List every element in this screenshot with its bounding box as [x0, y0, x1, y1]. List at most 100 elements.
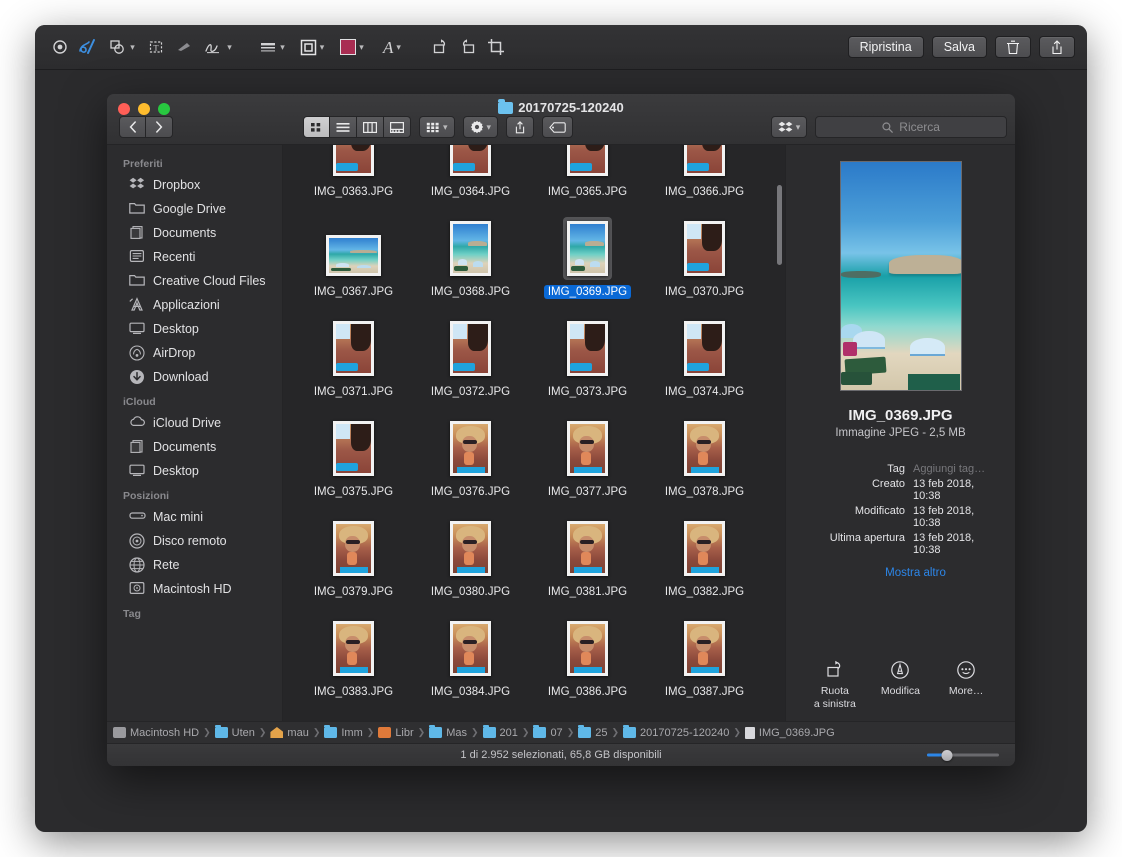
file-label[interactable]: IMG_0365.JPG — [544, 185, 631, 199]
file-item[interactable]: IMG_0387.JPG — [646, 599, 763, 699]
path-segment[interactable]: 25 — [578, 725, 607, 739]
file-thumbnail[interactable] — [329, 317, 378, 380]
file-label[interactable]: IMG_0373.JPG — [544, 385, 631, 399]
file-item[interactable]: IMG_0364.JPG — [412, 145, 529, 199]
sidebar-item-disco-remoto[interactable]: Disco remoto — [107, 529, 282, 553]
file-item[interactable]: IMG_0379.JPG — [295, 499, 412, 599]
sidebar-item-dropbox[interactable]: Dropbox — [107, 173, 282, 197]
path-segment[interactable]: 201 — [482, 725, 518, 739]
file-item[interactable]: IMG_0375.JPG — [295, 399, 412, 499]
file-label[interactable]: IMG_0383.JPG — [310, 685, 397, 699]
file-thumbnail[interactable] — [329, 617, 378, 680]
arrange-by-button[interactable]: ▾ — [419, 116, 455, 138]
file-item[interactable]: IMG_0365.JPG — [529, 145, 646, 199]
file-item[interactable]: IMG_0368.JPG — [412, 199, 529, 299]
back-button[interactable] — [119, 116, 146, 138]
sidebar-item-creative-cloud-files[interactable]: Creative Cloud Files — [107, 269, 282, 293]
file-item[interactable]: IMG_0378.JPG — [646, 399, 763, 499]
file-thumbnail[interactable] — [563, 217, 612, 280]
share-button[interactable] — [506, 116, 535, 138]
fill-color-icon[interactable]: ▾ — [333, 33, 371, 61]
file-thumbnail[interactable] — [680, 417, 729, 480]
file-label[interactable]: IMG_0386.JPG — [544, 685, 631, 699]
file-label[interactable]: IMG_0368.JPG — [427, 285, 514, 299]
text-style-icon[interactable]: A ▾ — [373, 33, 411, 61]
file-thumbnail[interactable] — [563, 417, 612, 480]
icon-size-slider[interactable] — [927, 749, 999, 761]
sidebar-item-download[interactable]: Download — [107, 365, 282, 389]
file-item[interactable]: IMG_0369.JPG — [529, 199, 646, 299]
file-thumbnail[interactable] — [329, 417, 378, 480]
path-segment[interactable]: Imm — [324, 725, 363, 739]
file-thumbnail[interactable] — [563, 517, 612, 580]
sketch-icon[interactable] — [75, 33, 101, 61]
file-label[interactable]: IMG_0387.JPG — [661, 685, 748, 699]
file-thumbnail[interactable] — [563, 145, 612, 180]
file-label[interactable]: IMG_0378.JPG — [661, 485, 748, 499]
file-grid-area[interactable]: IMG_0363.JPG IMG_0364.JPG IMG_0365.JPG IMG_… — [283, 145, 785, 721]
crop-icon[interactable] — [483, 33, 509, 61]
sidebar-item-rete[interactable]: Rete — [107, 553, 282, 577]
rotate-right-icon[interactable] — [455, 33, 481, 61]
metadata-value[interactable]: Aggiungi tag… — [913, 463, 1001, 475]
file-item[interactable]: IMG_0380.JPG — [412, 499, 529, 599]
file-thumbnail[interactable] — [563, 317, 612, 380]
signature-icon[interactable]: ▾ — [199, 33, 237, 61]
file-thumbnail[interactable] — [329, 145, 378, 180]
file-item[interactable]: IMG_0373.JPG — [529, 299, 646, 399]
tag-button[interactable] — [542, 116, 574, 138]
show-more-link[interactable]: Mostra altro — [786, 567, 1015, 579]
trash-icon[interactable] — [995, 36, 1031, 58]
path-segment[interactable]: 20170725-120240 — [623, 725, 729, 739]
sidebar-item-google-drive[interactable]: Google Drive — [107, 197, 282, 221]
dropbox-button[interactable]: ▾ — [770, 116, 808, 138]
file-label[interactable]: IMG_0369.JPG — [543, 285, 632, 299]
file-thumbnail[interactable] — [446, 317, 495, 380]
file-thumbnail[interactable] — [446, 617, 495, 680]
file-thumbnail[interactable] — [329, 517, 378, 580]
path-segment[interactable]: mau — [270, 727, 309, 739]
path-bar[interactable]: Macintosh HD ❯ Uten ❯ mau ❯ Imm ❯ Libr ❯ Mas ❯ 201 ❯ 0… — [107, 721, 1015, 743]
instant-alpha-icon[interactable] — [47, 33, 73, 61]
gallery-view-button[interactable] — [384, 116, 411, 138]
file-thumbnail[interactable] — [446, 217, 495, 280]
save-button[interactable]: Salva — [931, 36, 987, 58]
file-item[interactable]: IMG_0382.JPG — [646, 499, 763, 599]
file-thumbnail[interactable] — [446, 145, 495, 180]
file-thumbnail[interactable] — [563, 617, 612, 680]
sidebar-item-macintosh-hd[interactable]: Macintosh HD — [107, 577, 282, 601]
sidebar-item-documents[interactable]: Documents — [107, 221, 282, 245]
shape-style-icon[interactable]: ▾ — [253, 33, 291, 61]
file-label[interactable]: IMG_0371.JPG — [310, 385, 397, 399]
file-item[interactable]: IMG_0386.JPG — [529, 599, 646, 699]
file-label[interactable]: IMG_0380.JPG — [427, 585, 514, 599]
sidebar-item-desktop[interactable]: Desktop — [107, 317, 282, 341]
highlight-icon[interactable] — [171, 33, 197, 61]
file-label[interactable]: IMG_0370.JPG — [661, 285, 748, 299]
file-item[interactable]: IMG_0374.JPG — [646, 299, 763, 399]
path-segment[interactable]: Uten — [214, 725, 255, 739]
path-segment[interactable]: Libr — [378, 727, 414, 739]
border-style-icon[interactable]: ▾ — [293, 33, 331, 61]
file-item[interactable]: IMG_0367.JPG — [295, 199, 412, 299]
file-label[interactable]: IMG_0377.JPG — [544, 485, 631, 499]
file-label[interactable]: IMG_0379.JPG — [310, 585, 397, 599]
file-thumbnail[interactable] — [322, 231, 385, 280]
file-label[interactable]: IMG_0375.JPG — [310, 485, 397, 499]
file-label[interactable]: IMG_0381.JPG — [544, 585, 631, 599]
file-item[interactable]: IMG_0363.JPG — [295, 145, 412, 199]
file-label[interactable]: IMG_0366.JPG — [661, 185, 748, 199]
text-icon[interactable]: T — [143, 33, 169, 61]
share-icon[interactable] — [1039, 36, 1075, 58]
file-item[interactable]: IMG_0371.JPG — [295, 299, 412, 399]
icon-view-button[interactable] — [303, 116, 330, 138]
file-label[interactable]: IMG_0363.JPG — [310, 185, 397, 199]
file-item[interactable]: IMG_0372.JPG — [412, 299, 529, 399]
rotate-left-icon[interactable] — [427, 33, 453, 61]
file-label[interactable]: IMG_0384.JPG — [427, 685, 514, 699]
finder-sidebar[interactable]: Preferiti Dropbox Google Drive Documents Rec… — [107, 145, 283, 721]
path-segment[interactable]: Mas — [429, 725, 467, 739]
file-item[interactable]: IMG_0370.JPG — [646, 199, 763, 299]
more-action[interactable]: More… — [934, 659, 998, 698]
file-item[interactable]: IMG_0383.JPG — [295, 599, 412, 699]
